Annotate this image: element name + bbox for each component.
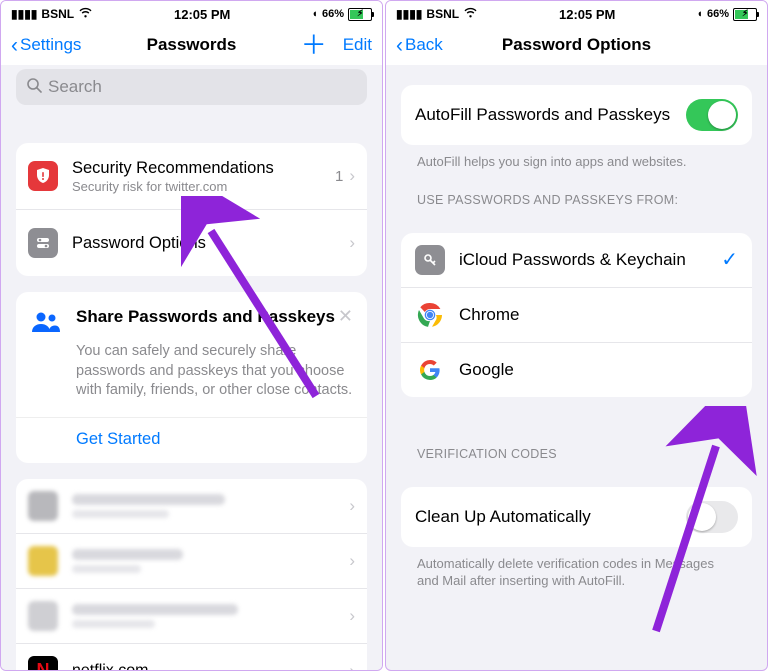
row-label: Clean Up Automatically — [415, 507, 591, 527]
checkmark-icon: ✓ — [721, 247, 738, 272]
carrier-label: BSNL — [41, 7, 74, 21]
dnd-icon: ◖ — [311, 8, 318, 20]
providers-header: USE PASSWORDS AND PASSKEYS FROM: — [401, 171, 752, 213]
battery-icon: ⚡︎ — [733, 8, 757, 21]
chevron-right-icon: › — [349, 496, 355, 516]
cleanup-toggle-row[interactable]: Clean Up Automatically — [401, 487, 752, 547]
share-description: You can safely and securely share passwo… — [76, 342, 353, 401]
wifi-icon — [463, 7, 478, 21]
autofill-footer: AutoFill helps you sign into apps and we… — [401, 145, 752, 171]
password-list: › › › N netflix.com › — [16, 479, 367, 671]
list-item-label: netflix.com — [72, 662, 349, 671]
battery-icon: ⚡︎ — [348, 8, 372, 21]
back-label: Settings — [20, 35, 81, 55]
back-button[interactable]: ‹ Settings — [11, 35, 81, 56]
search-input[interactable]: Search — [16, 69, 367, 105]
verification-header: VERIFICATION CODES — [401, 397, 752, 467]
autofill-toggle[interactable] — [686, 99, 738, 131]
status-bar: ▮▮▮▮ BSNL 12:05 PM ◖ 66% ⚡︎ — [386, 1, 767, 25]
chevron-left-icon: ‹ — [396, 35, 403, 56]
verification-footer: Automatically delete verification codes … — [401, 547, 752, 590]
row-title: Security Recommendations — [72, 158, 335, 179]
list-item[interactable]: › — [16, 588, 367, 643]
clock: 12:05 PM — [559, 7, 615, 22]
row-label: AutoFill Passwords and Passkeys — [415, 105, 670, 125]
row-subtitle: Security risk for twitter.com — [72, 179, 335, 194]
edit-button[interactable]: Edit — [343, 35, 372, 55]
cleanup-toggle[interactable] — [686, 501, 738, 533]
people-icon — [30, 306, 62, 338]
clock: 12:05 PM — [174, 7, 230, 22]
nav-bar: ‹ Settings Passwords ＋ Edit — [1, 25, 382, 65]
count-badge: 1 — [335, 168, 343, 185]
list-item-netflix[interactable]: N netflix.com › — [16, 643, 367, 671]
chevron-right-icon: › — [349, 606, 355, 626]
wifi-icon — [78, 7, 93, 21]
battery-percent: 66% — [707, 8, 729, 20]
chevron-right-icon: › — [349, 551, 355, 571]
provider-label: Google — [459, 360, 514, 380]
add-button[interactable]: ＋ — [301, 32, 327, 58]
password-options-row[interactable]: Password Options › — [16, 209, 367, 276]
signal-icon: ▮▮▮▮ — [11, 7, 37, 21]
chevron-left-icon: ‹ — [11, 35, 18, 56]
search-icon — [26, 77, 42, 98]
share-title: Share Passwords and Passkeys — [76, 306, 335, 327]
carrier-label: BSNL — [426, 7, 459, 21]
row-title: Password Options — [72, 233, 349, 254]
list-item[interactable]: › — [16, 533, 367, 588]
get-started-button[interactable]: Get Started — [30, 418, 353, 451]
provider-label: iCloud Passwords & Keychain — [459, 250, 686, 270]
key-icon — [415, 245, 445, 275]
page-title: Password Options — [386, 35, 767, 55]
search-placeholder: Search — [48, 77, 102, 97]
back-label: Back — [405, 35, 443, 55]
chrome-icon — [415, 300, 445, 330]
share-passwords-card: Share Passwords and Passkeys ✕ You can s… — [16, 292, 367, 463]
status-bar: ▮▮▮▮ BSNL 12:05 PM ◖ 66% ⚡︎ — [1, 1, 382, 25]
chevron-right-icon: › — [349, 166, 355, 186]
provider-icloud[interactable]: iCloud Passwords & Keychain ✓ — [401, 233, 752, 287]
chevron-right-icon: › — [349, 233, 355, 253]
list-item[interactable]: › — [16, 479, 367, 533]
close-button[interactable]: ✕ — [338, 306, 353, 327]
security-recommendations-row[interactable]: Security Recommendations Security risk f… — [16, 143, 367, 209]
nav-bar: ‹ Back Password Options — [386, 25, 767, 65]
switches-icon — [28, 228, 58, 258]
dnd-icon: ◖ — [696, 8, 703, 20]
shield-alert-icon — [28, 161, 58, 191]
battery-percent: 66% — [322, 8, 344, 20]
back-button[interactable]: ‹ Back — [396, 35, 443, 56]
provider-chrome[interactable]: Chrome — [401, 287, 752, 342]
chevron-right-icon: › — [349, 661, 355, 671]
provider-label: Chrome — [459, 305, 519, 325]
netflix-icon: N — [28, 656, 58, 671]
google-icon — [415, 355, 445, 385]
provider-google[interactable]: Google — [401, 342, 752, 397]
signal-icon: ▮▮▮▮ — [396, 7, 422, 21]
autofill-toggle-row[interactable]: AutoFill Passwords and Passkeys — [401, 85, 752, 145]
